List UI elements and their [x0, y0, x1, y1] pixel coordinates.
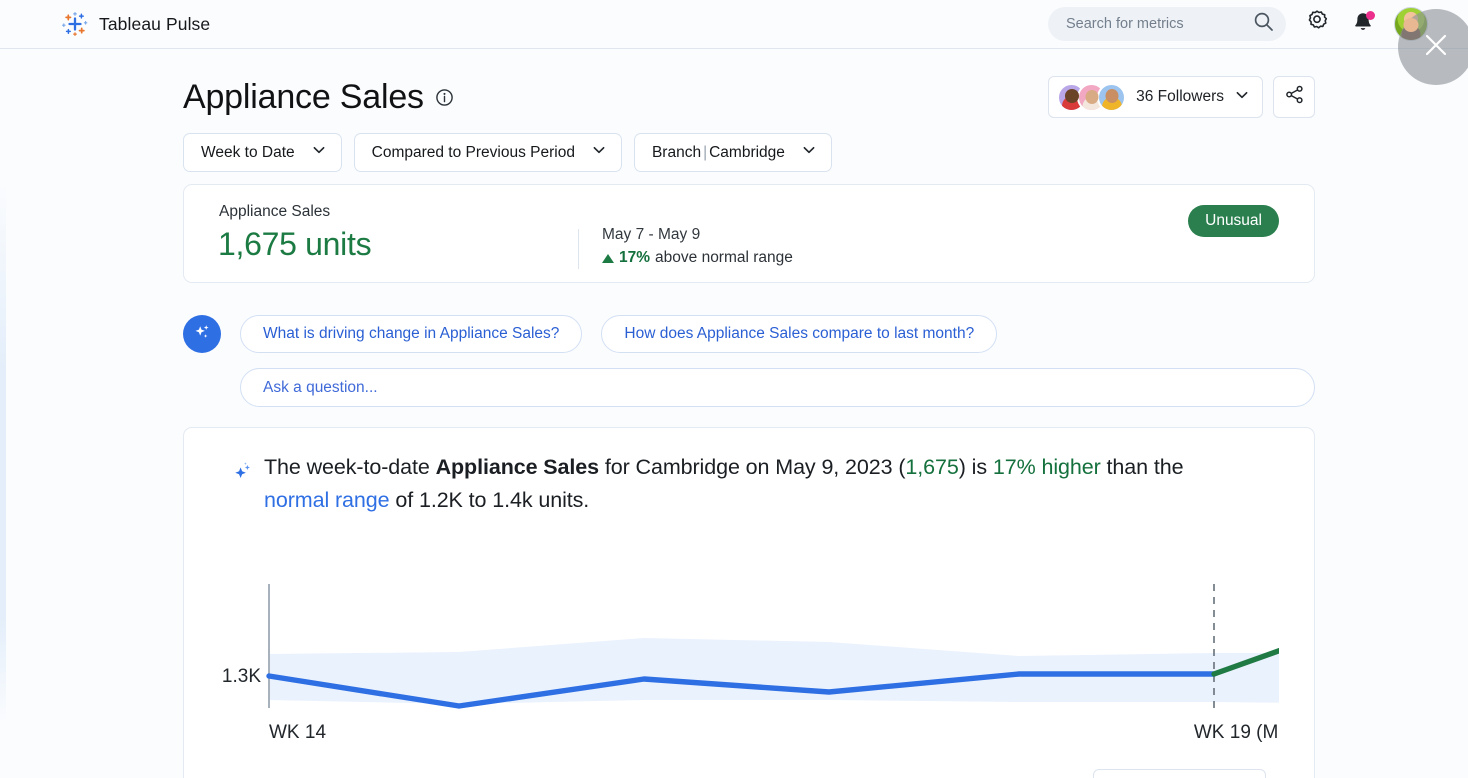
- follower-avatars: [1057, 82, 1127, 112]
- chevron-down-icon: [591, 142, 607, 163]
- top-navigation-bar: Tableau Pulse: [0, 0, 1468, 49]
- insight-card: The week-to-date Appliance Sales for Cam…: [183, 427, 1315, 778]
- tableau-pulse-app: Tableau Pulse Search for metrics Applian…: [0, 0, 1468, 778]
- insight-text: The week-to-date Appliance Sales for Cam…: [264, 451, 1239, 517]
- ask-question-row: [240, 368, 1315, 407]
- avatar: [1097, 82, 1127, 112]
- metric-value: 1,675 units: [218, 226, 372, 262]
- share-icon: [1285, 85, 1304, 109]
- triangle-up-icon: [602, 253, 614, 263]
- metric-summary-card[interactable]: Appliance Sales 1,675 units May 7 - May …: [183, 184, 1315, 283]
- filter-comparison[interactable]: Compared to Previous Period: [353, 133, 622, 172]
- followers-button[interactable]: 36 Followers: [1048, 76, 1263, 118]
- insight-chart[interactable]: 1.3K 1.6K WK 14 WK 19 (May 7 – May 13): [219, 576, 1279, 746]
- sparkle-icon: [191, 321, 213, 348]
- filter-label: Week to Date: [201, 143, 295, 161]
- divider: [578, 229, 579, 269]
- search-icon[interactable]: [1253, 11, 1274, 37]
- ai-assistant-button[interactable]: [183, 315, 221, 353]
- tableau-pulse-logo-icon: [62, 11, 88, 37]
- brand-name: Tableau Pulse: [99, 13, 211, 34]
- page-title: Appliance Sales: [183, 77, 424, 116]
- insight-part-5: of 1.2K to 1.4k units.: [389, 488, 590, 512]
- ask-question-input[interactable]: [240, 368, 1315, 407]
- insight-part-3: ) is: [958, 455, 993, 479]
- chevron-down-icon: [1234, 87, 1250, 108]
- filter-bar: Week to Date Compared to Previous Period…: [183, 133, 832, 172]
- filter-time-range[interactable]: Week to Date: [183, 133, 342, 172]
- page-header-row: Appliance Sales 36 Followers: [183, 76, 1315, 118]
- insight-normal-range-link[interactable]: normal range: [264, 488, 390, 512]
- insight-value: 1,675: [905, 455, 959, 479]
- insight-part-4: than the: [1100, 455, 1184, 479]
- header-actions: 36 Followers: [1048, 76, 1315, 118]
- top-nav-actions: [1048, 7, 1428, 41]
- followers-count-label: 36 Followers: [1136, 88, 1224, 105]
- search-container[interactable]: [1048, 7, 1286, 41]
- page-body: Appliance Sales 36 Followers Week to Dat…: [0, 49, 1468, 778]
- status-badge: Unusual: [1188, 205, 1279, 237]
- filter-dimension-value: Cambridge: [709, 143, 785, 161]
- x-tick-label-end: WK 19 (May 7 – May 13): [1194, 722, 1279, 743]
- insight-part-2: for Cambridge on May 9, 2023 (: [599, 455, 906, 479]
- chevron-down-icon: [801, 142, 817, 163]
- normal-range-band: [269, 638, 1279, 704]
- search-input[interactable]: [1066, 16, 1253, 32]
- filter-separator: |: [703, 143, 708, 161]
- metric-date-range: May 7 - May 9: [602, 226, 701, 243]
- metric-delta-value: 17%: [619, 249, 651, 266]
- filter-branch[interactable]: Branch | Cambridge: [633, 133, 832, 172]
- sparkle-icon: [232, 461, 256, 490]
- share-insight-button[interactable]: Share This Insight: [1093, 769, 1266, 778]
- y-tick-label: 1.3K: [222, 666, 261, 687]
- ai-suggestion-chip-1[interactable]: What is driving change in Appliance Sale…: [240, 315, 583, 353]
- chart-svg: 1.3K 1.6K WK 14 WK 19 (May 7 – May 13): [222, 584, 1279, 743]
- brand[interactable]: Tableau Pulse: [62, 11, 210, 37]
- x-tick-label-start: WK 14: [269, 722, 326, 743]
- gear-icon: [1304, 9, 1330, 40]
- notification-dot: [1366, 11, 1375, 20]
- metric-name: Appliance Sales: [219, 203, 331, 220]
- insight-metric-name: Appliance Sales: [435, 455, 600, 479]
- ai-suggestions-row: What is driving change in Appliance Sale…: [183, 315, 998, 353]
- filter-label: Compared to Previous Period: [371, 143, 575, 161]
- info-icon[interactable]: [435, 88, 454, 112]
- metric-delta: 17% above normal range: [602, 249, 793, 267]
- share-button[interactable]: [1273, 76, 1315, 118]
- notifications-button[interactable]: [1348, 9, 1378, 39]
- insight-part-1: The week-to-date: [264, 455, 436, 479]
- filter-dimension-label: Branch: [651, 143, 702, 161]
- ai-suggestion-chip-2[interactable]: How does Appliance Sales compare to last…: [601, 315, 998, 353]
- insight-delta: 17% higher: [992, 455, 1101, 479]
- settings-button[interactable]: [1302, 9, 1332, 39]
- chevron-down-icon: [311, 142, 327, 163]
- metric-delta-suffix: above normal range: [655, 249, 793, 266]
